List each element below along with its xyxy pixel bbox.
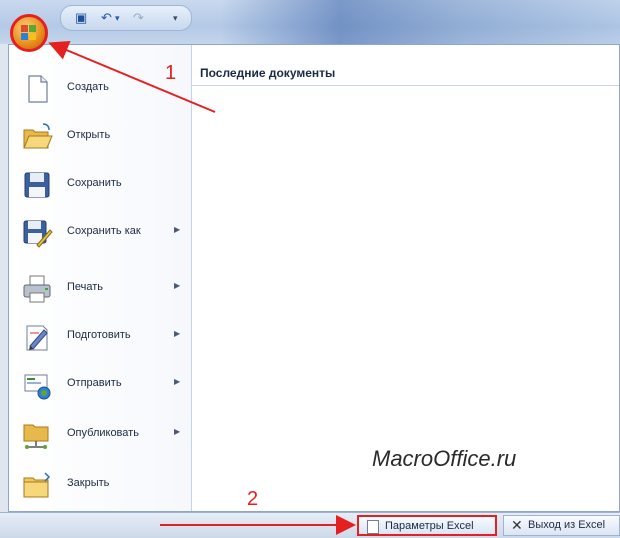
menu-item-label: Сохранить как xyxy=(67,225,141,237)
printer-icon xyxy=(23,275,51,303)
send-icon xyxy=(24,374,51,400)
close-x-icon: ✕ xyxy=(511,517,523,533)
options-document-icon xyxy=(367,520,379,534)
submenu-arrow-icon: ▶ xyxy=(174,377,181,386)
menu-item-open[interactable]: Открыть xyxy=(9,113,191,161)
submenu-arrow-icon: ▶ xyxy=(174,281,181,290)
menu-item-send[interactable]: Отправить ▶ xyxy=(9,361,191,409)
excel-options-button[interactable]: Параметры Excel xyxy=(357,515,497,536)
menu-item-print[interactable]: Печать ▶ xyxy=(9,265,191,313)
recent-documents-panel: Последние документы xyxy=(192,45,619,511)
menu-item-publish[interactable]: Опубликовать ▶ xyxy=(9,411,191,459)
submenu-arrow-icon: ▶ xyxy=(174,427,181,436)
recent-documents-title: Последние документы xyxy=(200,66,336,80)
undo-dropdown-icon[interactable]: ▾ xyxy=(115,10,120,26)
title-bar: ▣ ↶ ▾ ↷ ▾ xyxy=(0,0,620,44)
watermark: MacroOffice.ru xyxy=(372,446,517,471)
menu-item-label: Создать xyxy=(67,81,109,93)
exit-excel-label: Выход из Excel xyxy=(528,519,606,531)
menu-footer: Параметры Excel ✕ Выход из Excel xyxy=(0,512,620,538)
office-logo-icon xyxy=(21,25,37,41)
open-folder-icon xyxy=(23,123,53,149)
annotation-step-1: 1 xyxy=(165,62,177,84)
menu-commands: Создать Открыть Сохранить Сохранить как … xyxy=(9,45,192,511)
menu-item-close[interactable]: Закрыть xyxy=(9,461,191,509)
publish-icon xyxy=(23,424,49,449)
exit-excel-button[interactable]: ✕ Выход из Excel xyxy=(503,515,620,536)
menu-item-label: Отправить xyxy=(67,377,122,389)
quick-access-toolbar: ▣ ↶ ▾ ↷ ▾ xyxy=(60,5,192,31)
menu-item-save-as[interactable]: Сохранить как ▶ xyxy=(9,209,191,257)
menu-item-label: Опубликовать xyxy=(67,427,139,439)
menu-item-save[interactable]: Сохранить xyxy=(9,161,191,209)
prepare-icon xyxy=(26,325,48,351)
menu-item-label: Закрыть xyxy=(67,477,110,489)
title-bar-gradient xyxy=(220,0,620,44)
save-disk-icon xyxy=(24,172,50,198)
annotation-step-2: 2 xyxy=(247,488,259,510)
submenu-arrow-icon: ▶ xyxy=(174,329,181,338)
save-icon[interactable]: ▣ xyxy=(75,10,87,26)
office-menu: Создать Открыть Сохранить Сохранить как … xyxy=(8,44,620,512)
menu-item-label: Сохранить xyxy=(67,177,122,189)
redo-icon[interactable]: ↷ xyxy=(133,10,144,26)
close-folder-icon xyxy=(23,472,51,498)
menu-item-prepare[interactable]: Подготовить ▶ xyxy=(9,313,191,361)
recent-divider xyxy=(192,85,619,86)
office-button[interactable] xyxy=(10,14,48,52)
excel-options-label: Параметры Excel xyxy=(385,520,474,532)
save-as-icon xyxy=(23,220,53,248)
customize-qat-icon[interactable]: ▾ xyxy=(173,10,178,26)
undo-icon[interactable]: ↶ xyxy=(101,10,112,26)
menu-item-create[interactable]: Создать xyxy=(9,65,191,113)
menu-item-label: Печать xyxy=(67,281,104,293)
menu-item-label: Подготовить xyxy=(67,329,131,341)
submenu-arrow-icon: ▶ xyxy=(174,225,181,234)
menu-item-label: Открыть xyxy=(67,129,111,141)
new-document-icon xyxy=(28,75,48,103)
